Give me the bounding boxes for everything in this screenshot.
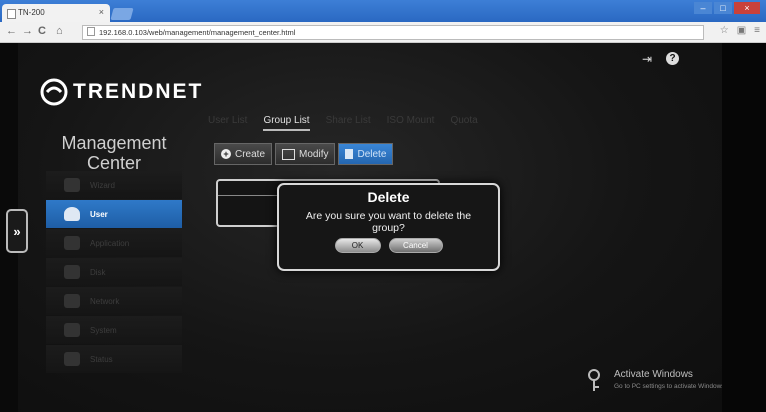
- delete-confirm-dialog: Delete Are you sure you want to delete t…: [277, 183, 500, 271]
- dialog-buttons: OK Cancel: [279, 238, 498, 253]
- sidebar-item-label: Wizard: [90, 180, 115, 190]
- minimize-button[interactable]: –: [694, 2, 712, 14]
- sidebar-item-label: Status: [90, 354, 113, 364]
- extension-icon[interactable]: ▣: [737, 25, 746, 36]
- ok-button[interactable]: OK: [334, 238, 381, 253]
- logo-text: TRENDNET: [73, 80, 204, 103]
- tab-group-list[interactable]: Group List: [263, 115, 310, 131]
- browser-tab-bar: TN-200 × – □ ×: [0, 0, 766, 22]
- delete-button[interactable]: Delete: [338, 143, 394, 165]
- address-bar[interactable]: 192.168.0.103/web/management/management_…: [82, 25, 704, 40]
- title-line-2: Center: [86, 153, 142, 173]
- reload-button[interactable]: C: [38, 25, 46, 37]
- close-window-button[interactable]: ×: [734, 2, 760, 14]
- tab-title: TN-200: [18, 8, 45, 17]
- sidebar-item-label: Network: [90, 296, 120, 306]
- dialog-message: Are you sure you want to delete the grou…: [279, 210, 498, 234]
- sidebar-item-label: User: [90, 209, 108, 219]
- tab-share-list[interactable]: Share List: [326, 115, 371, 131]
- trash-icon: [345, 149, 354, 159]
- cancel-button[interactable]: Cancel: [388, 238, 443, 253]
- sidebar-item-wizard[interactable]: Wizard: [46, 171, 182, 199]
- key-icon: [588, 369, 600, 391]
- browser-toolbar: ← → C ⌂ 192.168.0.103/web/management/man…: [0, 22, 766, 43]
- back-button[interactable]: ←: [6, 25, 17, 37]
- tab-bar: User List Group List Share List ISO Moun…: [208, 115, 478, 131]
- bookmark-star-icon[interactable]: ☆: [720, 25, 729, 36]
- sidebar-item-network[interactable]: Network: [46, 287, 182, 315]
- forward-button[interactable]: →: [22, 25, 33, 37]
- right-band: [722, 43, 766, 412]
- page-icon: [7, 9, 16, 19]
- tab-iso-mount[interactable]: ISO Mount: [387, 115, 435, 131]
- sidebar-item-label: Disk: [90, 267, 106, 277]
- disk-icon: [64, 265, 80, 279]
- create-label: Create: [235, 148, 266, 160]
- expand-sidebar-button[interactable]: »: [6, 209, 28, 253]
- sidebar-item-application[interactable]: Application: [46, 229, 182, 257]
- user-icon: [64, 207, 80, 221]
- sidebar-item-system[interactable]: System: [46, 316, 182, 344]
- status-icon: [64, 352, 80, 366]
- create-button[interactable]: + Create: [214, 143, 273, 165]
- new-tab-button[interactable]: [110, 8, 134, 20]
- browser-extensions: ☆ ▣ ≡: [720, 25, 760, 36]
- menu-icon[interactable]: ≡: [754, 25, 760, 36]
- modify-label: Modify: [299, 148, 329, 160]
- application-icon: [64, 236, 80, 250]
- page: TRENDNET ⇥ ? Management Center Wizard Us…: [0, 43, 766, 412]
- home-button[interactable]: ⌂: [56, 25, 63, 37]
- action-toolbar: + Create Modify Delete: [214, 143, 394, 165]
- logout-icon[interactable]: ⇥: [642, 52, 652, 66]
- url-text: 192.168.0.103/web/management/management_…: [99, 28, 296, 37]
- plus-icon: +: [221, 149, 231, 159]
- logo: TRENDNET: [40, 78, 203, 106]
- sidebar-item-status[interactable]: Status: [46, 345, 182, 373]
- maximize-button[interactable]: □: [714, 2, 732, 14]
- network-icon: [64, 294, 80, 308]
- sidebar-item-user[interactable]: User: [46, 200, 182, 228]
- page-icon: [87, 27, 95, 36]
- dialog-title: Delete: [367, 189, 410, 205]
- sidebar-item-label: Application: [90, 238, 130, 248]
- sidebar-menu: Wizard User Application Disk Network Sys…: [46, 171, 182, 374]
- tab-close-icon[interactable]: ×: [99, 7, 104, 17]
- sidebar-item-label: System: [90, 325, 117, 335]
- tab-user-list[interactable]: User List: [208, 115, 247, 131]
- wizard-icon: [64, 178, 80, 192]
- title-line-1: Management: [61, 133, 167, 153]
- header-icons: ⇥ ?: [642, 52, 680, 66]
- help-icon[interactable]: ?: [666, 52, 680, 65]
- page-title: Management Center: [54, 133, 174, 173]
- tab-quota[interactable]: Quota: [450, 115, 477, 131]
- delete-label: Delete: [357, 148, 387, 160]
- dialog-message-line-2: group?: [372, 222, 405, 234]
- browser-tab[interactable]: TN-200 ×: [2, 4, 110, 22]
- edit-icon: [282, 148, 296, 160]
- watermark-subtitle: Go to PC settings to activate Windows.: [614, 383, 727, 390]
- modify-button[interactable]: Modify: [275, 143, 336, 165]
- trendnet-logo-icon: [40, 78, 68, 106]
- main-content: TRENDNET ⇥ ? Management Center Wizard Us…: [18, 43, 726, 412]
- window-controls: – □ ×: [694, 2, 760, 14]
- system-icon: [64, 323, 80, 337]
- sidebar-item-disk[interactable]: Disk: [46, 258, 182, 286]
- watermark-title: Activate Windows: [614, 369, 693, 380]
- dialog-message-line-1: Are you sure you want to delete the: [305, 210, 472, 222]
